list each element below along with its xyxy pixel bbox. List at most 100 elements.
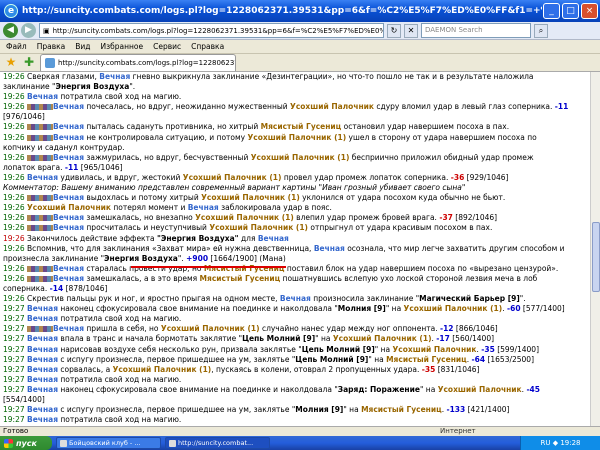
menu-file[interactable]: Файл [6, 42, 27, 51]
fighter-name[interactable]: Вечная [53, 102, 84, 111]
refresh-icon[interactable]: ↻ [387, 23, 401, 38]
status-text: Готово [3, 427, 29, 435]
search-icon[interactable]: ⌕ [534, 23, 548, 38]
log-text: потратила свой ход на магию. [58, 92, 182, 102]
tab-combat-log[interactable]: http://suncity.combats.com/logs.pl?log=1… [40, 54, 236, 71]
monster-name[interactable]: Усохший Палочник (1) [161, 324, 260, 333]
back-button[interactable]: ◀ [3, 23, 18, 38]
stop-icon[interactable]: ✕ [404, 23, 418, 38]
log-timestamp: 19:26 [3, 72, 27, 81]
damage-value: -35 [421, 364, 436, 374]
taskbar-item-log[interactable]: http://suncity.combat... [165, 437, 270, 449]
log-line: 19:27 Вечная с испугу произнесла, первое… [3, 355, 590, 365]
monster-name[interactable]: Усохший Палочник (1) [113, 365, 212, 374]
log-text: произносила заклинание " [310, 294, 420, 304]
taskbar-item-combats[interactable]: Бойцовский клуб - ... [56, 437, 161, 449]
log-text: потратила свой ход на магию. [58, 314, 182, 324]
log-text: " на [419, 384, 438, 394]
monster-name[interactable]: Усохший Палочник (1) [195, 213, 294, 222]
menu-view[interactable]: Вид [75, 42, 90, 51]
tab-label: http://suncity.combats.com/logs.pl?log=1… [58, 59, 236, 67]
fighter-name[interactable]: Вечная [27, 345, 58, 354]
monster-name[interactable]: Усохший Палочник [27, 203, 111, 212]
add-favorites-icon[interactable]: ✚ [22, 55, 36, 70]
fighter-name[interactable]: Вечная [27, 334, 58, 343]
damage-value: -64 [471, 354, 486, 364]
close-button[interactable]: × [581, 3, 598, 19]
log-timestamp: 19:26 [3, 233, 27, 243]
url-field[interactable]: ▣ http://suncity.combats.com/logs.pl?log… [39, 23, 384, 38]
search-input[interactable]: DAEMON Search [421, 23, 531, 38]
fighter-name[interactable]: Вечная [27, 355, 58, 364]
fighter-name[interactable]: Вечная [27, 314, 58, 323]
taskbar: пуск Бойцовский клуб - ... http://suncit… [0, 436, 600, 450]
monster-name[interactable]: Мясистый Гусениц [261, 122, 342, 131]
vertical-scrollbar[interactable] [590, 72, 600, 434]
favorites-star-icon[interactable]: ★ [4, 55, 18, 70]
fighter-name[interactable]: Вечная [27, 365, 58, 374]
fighter-name[interactable]: Вечная [53, 213, 84, 222]
fighter-name[interactable]: Вечная [53, 193, 84, 202]
log-text: [866/1046] [453, 324, 498, 334]
menu-tools[interactable]: Сервис [153, 42, 181, 51]
log-line: соперника. -14 [878/1046] [3, 284, 590, 294]
log-line: 19:27 Вечная с испугу произнесла, первое… [3, 405, 590, 415]
log-line: Комментатор: Вашему вниманию представлен… [3, 183, 590, 193]
monster-name[interactable]: Усохший Палочник (1) [183, 173, 282, 182]
tray-clock: RU ◆ 19:28 [540, 439, 581, 447]
spell-name: "Энергия Воздуха" [156, 233, 239, 243]
fighter-name[interactable]: Вечная [27, 405, 58, 414]
menu-edit[interactable]: Правка [37, 42, 66, 51]
start-button[interactable]: пуск [0, 436, 52, 450]
monster-name[interactable]: Мясистый Гусениц [386, 355, 467, 364]
log-text: лопаток врага. [3, 162, 65, 172]
fighter-name[interactable]: Вечная [27, 304, 58, 313]
forward-button[interactable]: ▶ [21, 23, 36, 38]
damage-value: -11 [64, 162, 79, 172]
minimize-button[interactable]: _ [543, 3, 560, 19]
monster-name[interactable]: Усохший Палочник (1) [201, 193, 300, 202]
fighter-name[interactable]: Вечная [53, 274, 84, 283]
monster-name[interactable]: Усохший Палочник [393, 345, 477, 354]
menu-help[interactable]: Справка [191, 42, 224, 51]
fighter-name[interactable]: Вечная [27, 415, 58, 424]
log-line: 19:26 Вечная почесалась, но вдруг, неожи… [3, 102, 590, 112]
fighter-name[interactable]: Вечная [314, 244, 345, 253]
scrollbar-thumb[interactable] [592, 222, 600, 292]
fighter-name[interactable]: Вечная [53, 153, 84, 162]
fighter-name[interactable]: Вечная [53, 133, 84, 142]
log-text: заклинание " [3, 82, 56, 92]
monster-name[interactable]: Мясистый Гусениц [361, 405, 442, 414]
hit-zone-icon [27, 225, 53, 232]
fighter-name[interactable]: Вечная [188, 203, 219, 212]
monster-name[interactable]: Усохший Палочник [290, 102, 374, 111]
fighter-name[interactable]: Вечная [27, 92, 58, 101]
fighter-name[interactable]: Вечная [27, 385, 58, 394]
status-zone: Интернет [440, 427, 476, 435]
log-text: " на [343, 405, 362, 415]
monster-name[interactable]: Усохший Палочник [438, 385, 522, 394]
monster-name[interactable]: Усохший Палочник (1) [248, 133, 347, 142]
monster-name[interactable]: Усохший Палочник (1) [251, 153, 350, 162]
monster-name[interactable]: Усохший Палочник (1) [333, 334, 432, 343]
fighter-name[interactable]: Вечная [27, 375, 58, 384]
fighter-name[interactable]: Вечная [280, 294, 311, 303]
log-timestamp: 19:27 [3, 405, 27, 415]
menu-favorites[interactable]: Избранное [101, 42, 144, 51]
fighter-name[interactable]: Вечная [27, 173, 58, 182]
fighter-name[interactable]: Вечная [53, 223, 84, 232]
log-timestamp: 19:26 [3, 92, 27, 102]
status-bar: Готово Интернет [0, 426, 600, 436]
hit-zone-icon [27, 134, 53, 141]
monster-name[interactable]: Усохший Палочник (1) [209, 223, 308, 232]
fighter-name[interactable]: Вечная [53, 122, 84, 131]
fighter-name[interactable]: Вечная [99, 72, 130, 81]
fighter-name[interactable]: Вечная [53, 264, 84, 273]
fighter-name[interactable]: Вечная [258, 234, 289, 243]
log-line: 19:26 Вечная выдохлась и потому хитрый У… [3, 193, 590, 203]
monster-name[interactable]: Усохший Палочник (1) [404, 304, 503, 313]
monster-name[interactable]: Мясистый Гусениц [200, 274, 281, 283]
log-text: " на [315, 334, 333, 344]
fighter-name[interactable]: Вечная [53, 324, 84, 333]
maximize-button[interactable]: □ [562, 3, 579, 19]
